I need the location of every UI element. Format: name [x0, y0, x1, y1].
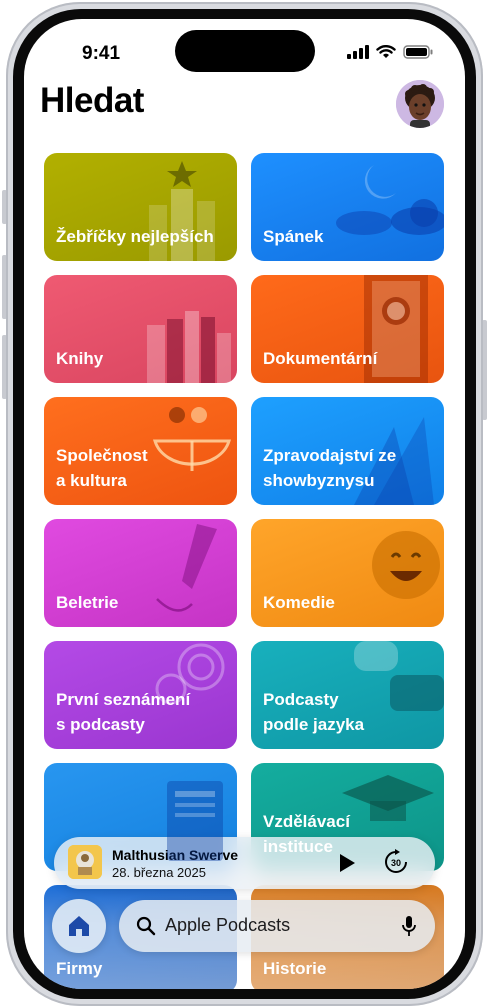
- category-label: Firmy: [56, 959, 103, 978]
- microphone-icon[interactable]: [401, 915, 417, 937]
- category-tile-by-language[interactable]: Podcasty podle jazyka: [251, 641, 444, 749]
- laughing-face-icon: [372, 531, 440, 599]
- category-label: Spánek: [263, 227, 324, 246]
- category-label: Podcasty podle jazyka: [263, 690, 365, 734]
- category-label: První seznámení s podcasty: [56, 690, 191, 734]
- category-tile-entertainment-news[interactable]: Zpravodajství ze showbyznysu: [251, 397, 444, 505]
- category-label: Dokumentární: [263, 349, 378, 368]
- category-tile-documentary[interactable]: Dokumentární: [251, 275, 444, 383]
- category-tile-books[interactable]: Knihy: [44, 275, 237, 383]
- category-label: Žebříčky nejlepších: [56, 227, 214, 246]
- category-label: Beletrie: [56, 593, 119, 612]
- house-icon: [69, 916, 89, 936]
- people-globe-icon: [152, 407, 232, 471]
- category-tile-first-time[interactable]: První seznámení s podcasty: [44, 641, 237, 749]
- screen: 9:41 Hledat Žebříčky nejlepších Spánek K…: [24, 19, 465, 989]
- episode-artwork[interactable]: [68, 845, 102, 879]
- memoji-avatar-icon: [396, 80, 444, 128]
- status-icons: [347, 45, 433, 59]
- category-tile-fiction[interactable]: Beletrie: [44, 519, 237, 627]
- category-tile-charts[interactable]: Žebříčky nejlepších: [44, 153, 237, 261]
- category-label: Komedie: [263, 593, 335, 612]
- wifi-icon: [376, 45, 396, 58]
- category-label: Zpravodajství ze showbyznysu: [263, 446, 397, 490]
- dynamic-island: [175, 30, 315, 72]
- search-placeholder: Apple Podcasts: [165, 915, 291, 935]
- page-title: Hledat: [40, 81, 144, 120]
- home-tab-button[interactable]: [52, 899, 106, 953]
- newspaper-icon: [167, 781, 223, 861]
- magnifier-icon: [136, 916, 156, 936]
- category-label: Společnost a kultura: [56, 446, 148, 490]
- search-field[interactable]: Apple Podcasts: [119, 900, 435, 952]
- category-tile-education[interactable]: Vzdělávací instituce: [251, 763, 444, 871]
- books-icon: [147, 311, 231, 383]
- status-time: 9:41: [82, 43, 121, 64]
- cellular-signal-icon: [347, 45, 369, 59]
- category-tile-comedy[interactable]: Komedie: [251, 519, 444, 627]
- episode-artwork-icon: [68, 845, 102, 879]
- battery-icon: [403, 45, 433, 59]
- profile-avatar[interactable]: [396, 80, 444, 128]
- category-label: Knihy: [56, 349, 104, 368]
- category-label: Vzdělávací instituce: [263, 812, 350, 856]
- category-tile-sleep[interactable]: Spánek: [251, 153, 444, 261]
- moon-clouds-icon: [336, 165, 444, 235]
- fountain-pen-icon: [156, 524, 217, 612]
- category-label: Historie: [263, 959, 327, 978]
- category-tile-society-culture[interactable]: Společnost a kultura: [44, 397, 237, 505]
- graduation-cap-icon: [342, 775, 434, 821]
